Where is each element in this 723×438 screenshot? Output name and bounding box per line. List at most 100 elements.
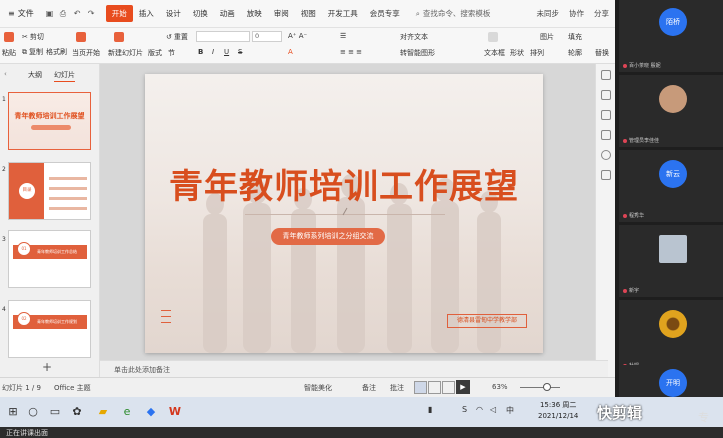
- meeting-app-icon[interactable]: ◆: [144, 405, 158, 419]
- tab-review[interactable]: 审阅: [268, 5, 295, 22]
- slide-thumbnail-2[interactable]: 目录: [8, 162, 91, 220]
- ime-indicator[interactable]: 中: [506, 405, 514, 416]
- notes-pane[interactable]: 单击此处添加备注: [100, 360, 608, 377]
- tab-transition[interactable]: 切换: [187, 5, 214, 22]
- file-menu[interactable]: ≡ 文件: [4, 6, 38, 21]
- share-button[interactable]: 分享: [594, 8, 609, 19]
- picture-button[interactable]: 图片: [540, 32, 554, 42]
- reading-view-button[interactable]: [442, 381, 455, 394]
- sync-status[interactable]: 未同步: [537, 8, 560, 19]
- arrange-button[interactable]: 排列: [530, 48, 544, 58]
- current-slide[interactable]: 青年教师培训工作展望 青年教师系列培训之分组交流 德清县雷甸中学教学部: [145, 74, 543, 353]
- bullets-button[interactable]: ☰: [340, 32, 346, 40]
- participant-tile[interactable]: 新宇: [619, 225, 723, 297]
- tab-home[interactable]: 开始: [105, 5, 133, 22]
- network-icon[interactable]: ◠: [476, 405, 483, 414]
- tab-design[interactable]: 设计: [160, 5, 187, 22]
- task-view-icon[interactable]: ▭: [48, 405, 62, 419]
- tab-insert[interactable]: 插入: [133, 5, 160, 22]
- decor-lines: [161, 310, 171, 328]
- paste-button[interactable]: [4, 32, 14, 42]
- print-icon[interactable]: ⎙: [60, 9, 68, 18]
- replace-button[interactable]: 替换: [595, 48, 609, 58]
- undo-icon[interactable]: ↶: [74, 9, 82, 18]
- hamburger-icon: ≡: [8, 9, 15, 18]
- strikethrough-button[interactable]: S: [238, 48, 242, 56]
- notes-toggle-button[interactable]: 备注: [362, 383, 376, 393]
- participant-tile[interactable]: 陌桥 百小茶晓 殷妮: [619, 0, 723, 72]
- browser-icon[interactable]: e: [120, 405, 134, 419]
- slide-thumbnail-1[interactable]: 青年教师培训工作展望: [8, 92, 91, 150]
- participant-tile[interactable]: 杜娟: [619, 300, 723, 372]
- windows-start-icon[interactable]: ⊞: [6, 405, 20, 419]
- fill-button[interactable]: 填充: [568, 32, 582, 42]
- collaborate-button[interactable]: 协作: [569, 8, 584, 19]
- transition-icon[interactable]: [601, 130, 611, 140]
- shape-button[interactable]: 形状: [510, 48, 524, 58]
- smart-beautify-button[interactable]: 智能美化: [304, 383, 332, 393]
- battery-icon[interactable]: ▮: [428, 405, 432, 414]
- tray-s-icon[interactable]: S: [462, 405, 467, 414]
- textbox-button[interactable]: [488, 32, 498, 42]
- outline-button[interactable]: 轮廓: [568, 48, 582, 58]
- font-color-button[interactable]: A: [288, 48, 293, 56]
- section-button[interactable]: 节: [168, 48, 175, 58]
- play-slideshow-button[interactable]: ▶: [456, 380, 470, 394]
- collapse-arrow-icon[interactable]: ‹: [4, 70, 7, 78]
- search-circle-icon[interactable]: ○: [26, 405, 40, 419]
- new-slide-button[interactable]: [114, 32, 124, 42]
- slide-title[interactable]: 青年教师培训工作展望: [145, 159, 543, 208]
- italic-button[interactable]: I: [212, 48, 214, 56]
- properties-icon[interactable]: [601, 70, 611, 80]
- participant-tile[interactable]: 开明: [619, 365, 723, 397]
- font-family-select[interactable]: [196, 31, 250, 42]
- add-slide-button[interactable]: +: [42, 360, 52, 374]
- play-from-current-button[interactable]: [76, 32, 86, 42]
- textbox-label: 文本框: [484, 49, 505, 57]
- smartart-button[interactable]: 转智能图形: [400, 48, 435, 58]
- comment-button[interactable]: 批注: [390, 383, 404, 393]
- underline-button[interactable]: U: [224, 48, 229, 56]
- slide-thumbnail-3[interactable]: 01 青年教师培训工作总结: [8, 230, 91, 288]
- tab-slideshow[interactable]: 放映: [241, 5, 268, 22]
- slide-organization[interactable]: 德清县雷甸中学教学部: [447, 314, 527, 328]
- tab-view[interactable]: 视图: [295, 5, 322, 22]
- slide-thumbnail-4[interactable]: 02 青年教师培训工作规划: [8, 300, 91, 358]
- tab-slides[interactable]: 幻灯片: [54, 70, 75, 82]
- font-grow-button[interactable]: A⁺ A⁻: [288, 32, 307, 40]
- app-icon[interactable]: ✿: [70, 405, 84, 419]
- layout-button[interactable]: 版式: [148, 48, 162, 58]
- design-icon[interactable]: [601, 110, 611, 120]
- slide-sorter-button[interactable]: [428, 381, 441, 394]
- align-buttons[interactable]: ≡ ≡ ≡: [340, 48, 362, 56]
- clock[interactable]: 15:36 周二 2021/12/14: [538, 400, 578, 422]
- tab-member[interactable]: 会员专享: [364, 5, 406, 22]
- format-painter-button[interactable]: 格式刷: [46, 47, 67, 57]
- participant-tile[interactable]: 管理员李佳佳: [619, 75, 723, 147]
- normal-view-button[interactable]: [414, 381, 427, 394]
- participant-tile[interactable]: 新云 程秀华: [619, 150, 723, 222]
- format-painter-label: 格式刷: [46, 48, 67, 56]
- redo-icon[interactable]: ↷: [88, 9, 96, 18]
- tab-outline[interactable]: 大纲: [28, 70, 42, 82]
- quick-access: ▣ ⎙ ↶ ↷: [46, 9, 96, 18]
- zoom-slider-knob[interactable]: [543, 383, 551, 391]
- save-icon[interactable]: ▣: [46, 9, 54, 18]
- file-explorer-icon[interactable]: ▰: [96, 405, 110, 419]
- share-icon[interactable]: [601, 170, 611, 180]
- animation-pane-icon[interactable]: [601, 90, 611, 100]
- font-size-select[interactable]: 0: [252, 31, 282, 42]
- help-icon[interactable]: [601, 150, 611, 160]
- command-search[interactable]: ⌕ 查找命令、搜索模板: [416, 8, 491, 19]
- tab-developer[interactable]: 开发工具: [322, 5, 364, 22]
- tab-animation[interactable]: 动画: [214, 5, 241, 22]
- copy-button[interactable]: ⧉ 复制: [22, 47, 43, 57]
- volume-icon[interactable]: ◁: [490, 405, 496, 414]
- slide-subtitle[interactable]: 青年教师系列培训之分组交流: [271, 228, 385, 245]
- bold-button[interactable]: B: [198, 48, 203, 56]
- cut-button[interactable]: ✂ 剪切: [22, 32, 44, 42]
- wps-icon[interactable]: W: [168, 405, 182, 419]
- align-text-button[interactable]: 对齐文本: [400, 32, 428, 42]
- zoom-slider[interactable]: [520, 387, 560, 388]
- reset-button[interactable]: ↺ 重置: [166, 32, 188, 42]
